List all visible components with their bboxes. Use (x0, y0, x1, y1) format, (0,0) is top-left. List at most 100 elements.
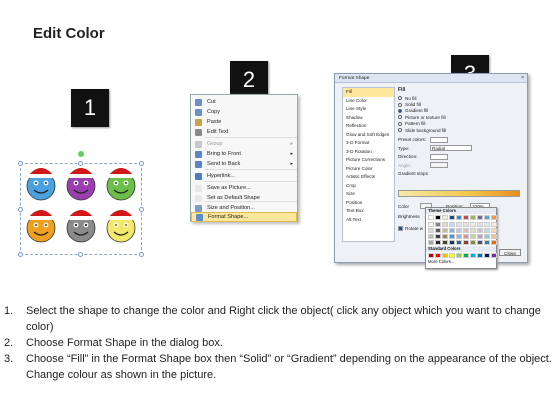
smiley-santa-icon[interactable] (24, 204, 58, 244)
color-swatch[interactable] (428, 253, 434, 258)
category-item[interactable]: Glow and Soft Edges (343, 131, 394, 140)
color-swatch[interactable] (470, 215, 476, 220)
color-swatch[interactable] (428, 234, 434, 239)
color-swatch[interactable] (435, 234, 441, 239)
color-swatch[interactable] (484, 215, 490, 220)
color-swatch[interactable] (428, 240, 434, 245)
color-swatch[interactable] (463, 240, 469, 245)
category-item[interactable]: 3-D Rotation (343, 148, 394, 157)
smiley-santa-icon[interactable] (64, 162, 98, 202)
color-swatch[interactable] (484, 228, 490, 233)
color-swatch[interactable] (435, 215, 441, 220)
category-item[interactable]: Line Style (343, 105, 394, 114)
color-swatch[interactable] (463, 253, 469, 258)
color-swatch[interactable] (456, 222, 462, 227)
rotation-handle[interactable] (78, 151, 84, 157)
color-swatch[interactable] (435, 253, 441, 258)
color-swatch[interactable] (456, 215, 462, 220)
color-swatch[interactable] (470, 228, 476, 233)
category-item[interactable]: Picture Corrections (343, 156, 394, 165)
category-item[interactable]: Position (343, 199, 394, 208)
category-item[interactable]: Shadow (343, 114, 394, 123)
smiley-santa-icon[interactable] (24, 162, 58, 202)
color-swatch[interactable] (477, 253, 483, 258)
color-swatch[interactable] (484, 253, 490, 258)
menu-item[interactable]: Save as Picture... (191, 183, 297, 193)
color-swatch[interactable] (477, 228, 483, 233)
color-swatch[interactable] (456, 228, 462, 233)
color-swatch[interactable] (491, 240, 497, 245)
color-swatch[interactable] (435, 228, 441, 233)
color-swatch[interactable] (442, 240, 448, 245)
color-swatch[interactable] (477, 240, 483, 245)
color-swatch[interactable] (463, 222, 469, 227)
color-swatch[interactable] (484, 240, 490, 245)
resize-handle[interactable] (139, 161, 144, 166)
color-swatch[interactable] (449, 228, 455, 233)
menu-item[interactable]: Cut (191, 97, 297, 107)
category-item[interactable]: Size (343, 190, 394, 199)
gradient-stops-bar[interactable] (398, 190, 520, 197)
color-swatch[interactable] (442, 228, 448, 233)
color-swatch[interactable] (442, 253, 448, 258)
category-item[interactable]: Fill (343, 88, 394, 97)
smiley-santa-icon[interactable] (104, 162, 138, 202)
close-icon[interactable]: × (521, 75, 524, 81)
color-swatch[interactable] (449, 222, 455, 227)
menu-item[interactable]: Send to Back ▸ (191, 159, 297, 169)
color-swatch[interactable] (428, 222, 434, 227)
color-swatch[interactable] (470, 234, 476, 239)
color-swatch[interactable] (456, 240, 462, 245)
color-swatch[interactable] (463, 234, 469, 239)
color-swatch[interactable] (428, 228, 434, 233)
color-swatch[interactable] (477, 234, 483, 239)
color-swatch[interactable] (442, 234, 448, 239)
resize-handle[interactable] (18, 161, 23, 166)
smiley-santa-icon[interactable] (104, 204, 138, 244)
close-button[interactable]: Close (499, 249, 521, 256)
category-item[interactable]: Artistic Effects (343, 173, 394, 182)
menu-item[interactable]: Format Shape... (191, 212, 297, 222)
color-swatch[interactable] (491, 253, 497, 258)
category-item[interactable]: Reflection (343, 122, 394, 131)
color-swatch[interactable] (442, 215, 448, 220)
category-item[interactable]: Text Box (343, 207, 394, 216)
color-swatch[interactable] (449, 234, 455, 239)
resize-handle[interactable] (18, 252, 23, 257)
color-swatch[interactable] (449, 253, 455, 258)
color-swatch[interactable] (491, 228, 497, 233)
menu-item[interactable]: Bring to Front ▸ (191, 149, 297, 159)
category-item[interactable]: 3-D Format (343, 139, 394, 148)
color-swatch[interactable] (477, 222, 483, 227)
color-swatch[interactable] (491, 215, 497, 220)
category-item[interactable]: Alt Text (343, 216, 394, 225)
category-item[interactable]: Crop (343, 182, 394, 191)
color-swatch[interactable] (456, 234, 462, 239)
resize-handle[interactable] (139, 207, 144, 212)
color-swatch[interactable] (428, 215, 434, 220)
color-swatch[interactable] (470, 253, 476, 258)
menu-item[interactable]: Copy (191, 107, 297, 117)
resize-handle[interactable] (78, 252, 83, 257)
category-item[interactable]: Picture Color (343, 165, 394, 174)
menu-item[interactable]: Edit Text (191, 127, 297, 137)
menu-item[interactable]: Group ▸ (191, 139, 297, 149)
color-swatch[interactable] (491, 234, 497, 239)
color-swatch[interactable] (435, 240, 441, 245)
color-swatch[interactable] (463, 215, 469, 220)
color-swatch[interactable] (484, 222, 490, 227)
resize-handle[interactable] (18, 207, 23, 212)
color-swatch[interactable] (477, 215, 483, 220)
color-swatch[interactable] (484, 234, 490, 239)
color-swatch[interactable] (442, 222, 448, 227)
menu-item[interactable]: Hyperlink... (191, 171, 297, 181)
direction-dropdown[interactable] (430, 153, 448, 160)
color-swatch[interactable] (463, 228, 469, 233)
resize-handle[interactable] (139, 252, 144, 257)
type-dropdown[interactable]: Radial (430, 145, 472, 152)
preset-colors-dropdown[interactable] (430, 136, 448, 143)
rotate-checkbox[interactable] (398, 225, 403, 231)
color-swatch[interactable] (449, 240, 455, 245)
color-swatch[interactable] (470, 240, 476, 245)
more-colors-link[interactable]: More Colors... (426, 259, 496, 265)
